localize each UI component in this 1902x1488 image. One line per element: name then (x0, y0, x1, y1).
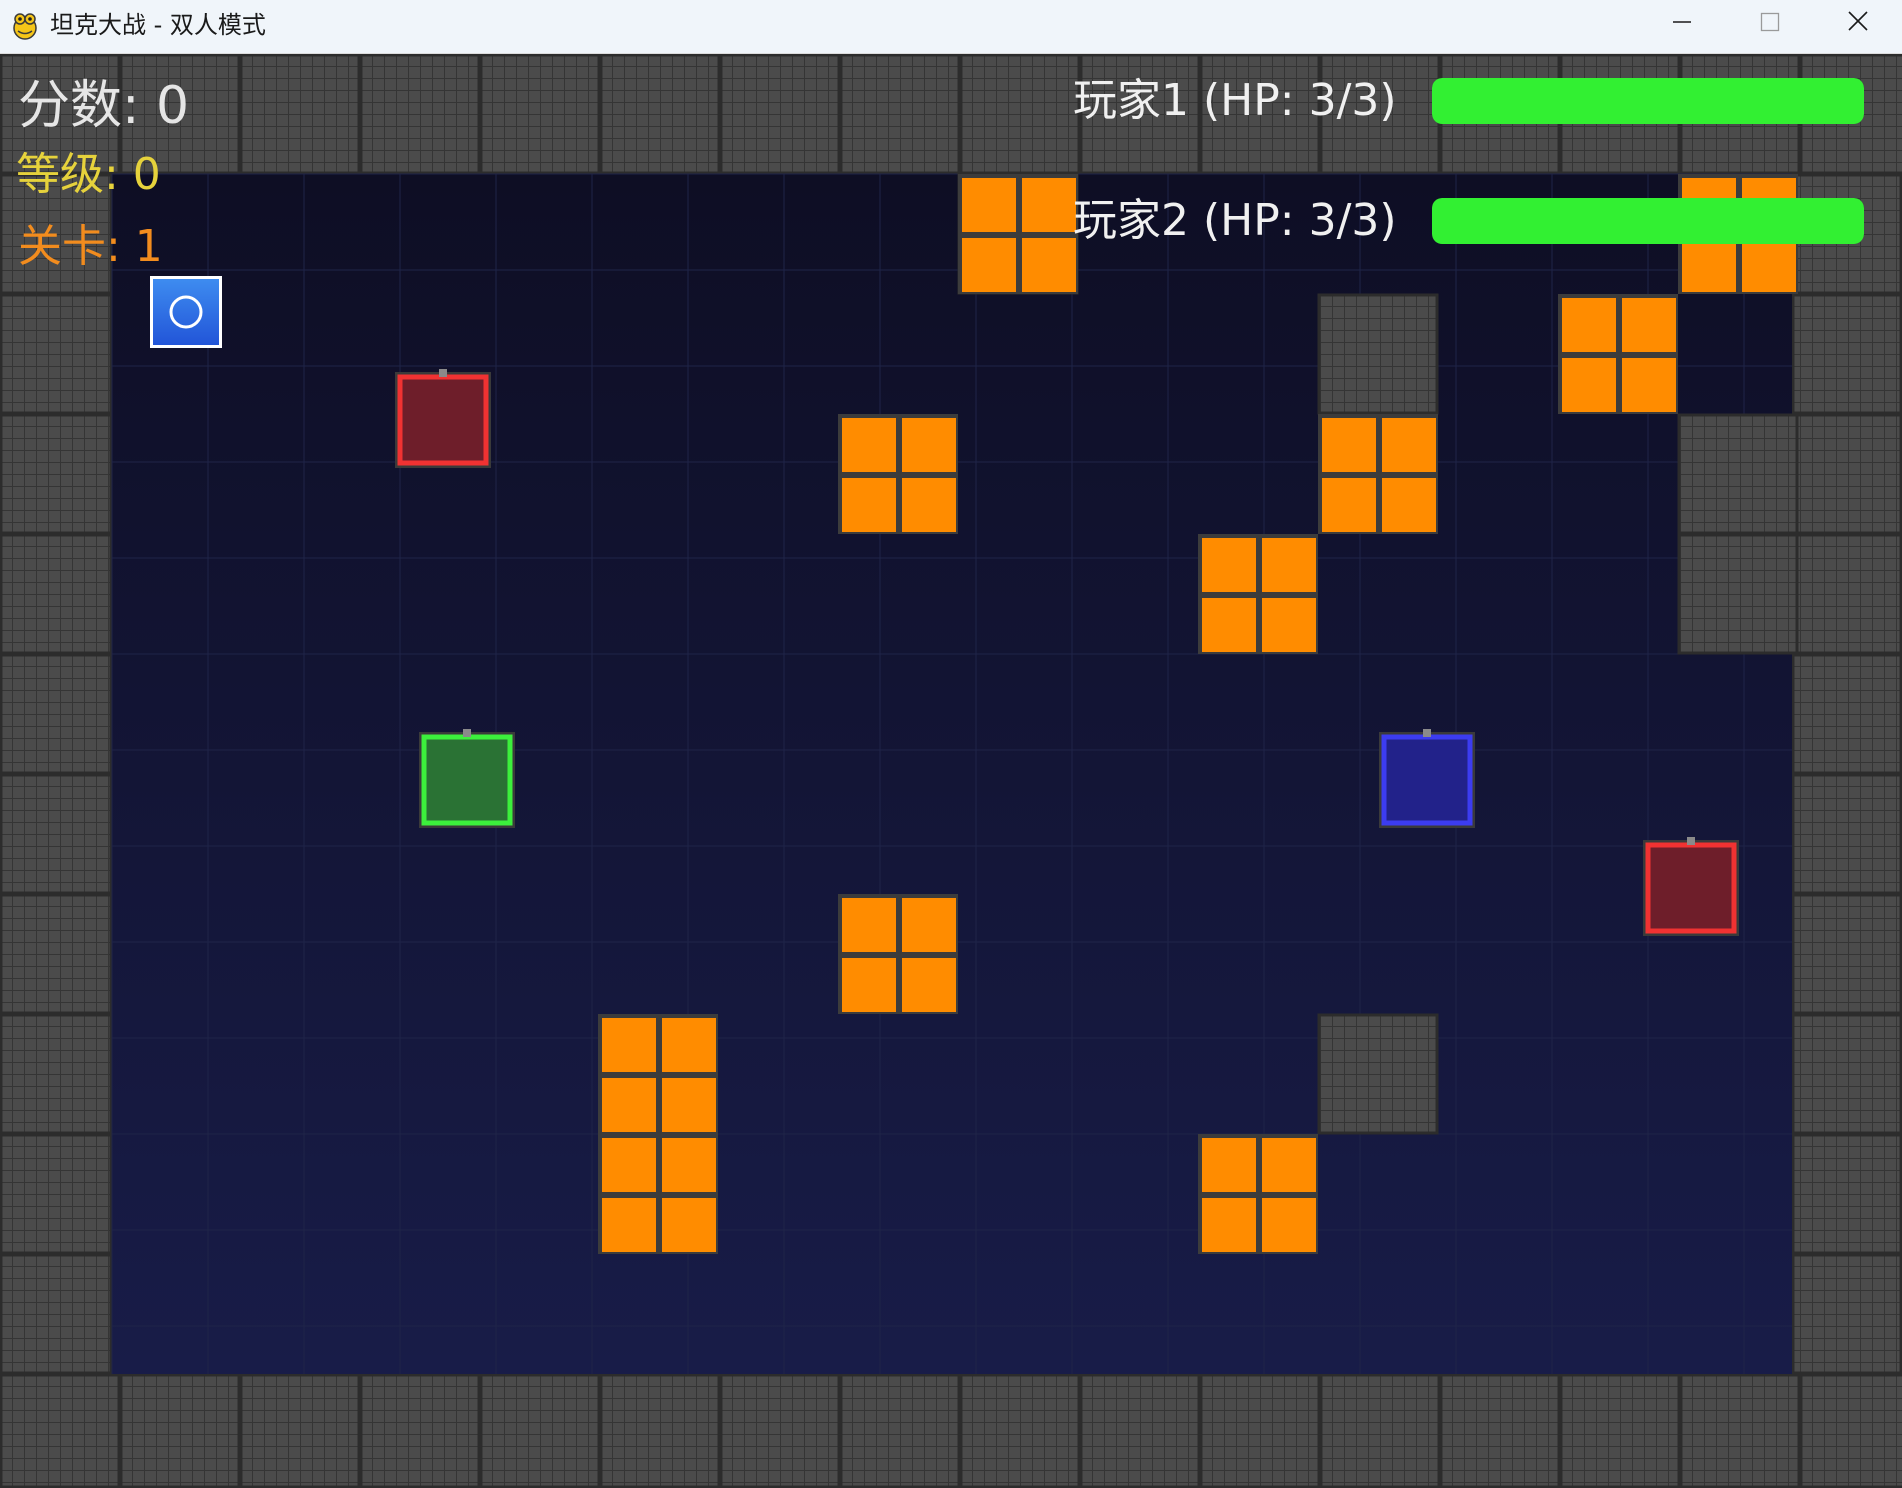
steel-tile (1439, 1373, 1561, 1488)
shield-powerup (150, 276, 222, 348)
steel-tile (959, 1373, 1081, 1488)
enemy-tank (395, 369, 491, 468)
tank-barrel (1687, 837, 1695, 845)
steel-tile (119, 1373, 241, 1488)
tank-barrel (439, 369, 447, 377)
steel-tile (239, 54, 361, 175)
title-bar: 坦克大战 - 双人模式 (0, 0, 1902, 54)
brick-wall-block (598, 1134, 718, 1254)
brick-wall-block (1558, 294, 1678, 414)
steel-tile (1791, 293, 1902, 415)
brick-wall-block (958, 174, 1078, 294)
steel-tile (0, 1373, 121, 1488)
game-canvas[interactable] (0, 54, 1902, 1488)
tank-barrel (1423, 729, 1431, 737)
player1-hp-fill (1432, 78, 1864, 124)
steel-tile (1679, 1373, 1801, 1488)
minimize-button[interactable] (1638, 0, 1726, 53)
steel-tile (1791, 653, 1902, 775)
player2-hp-bar (1432, 198, 1864, 244)
steel-tile (479, 54, 601, 175)
steel-tile (719, 54, 841, 175)
brick-wall-block (1198, 534, 1318, 654)
steel-tile (1559, 1373, 1681, 1488)
steel-wall-block (1677, 413, 1799, 535)
brick-wall-block (1318, 414, 1438, 534)
brick-wall-block (1198, 1134, 1318, 1254)
steel-tile (1199, 1373, 1321, 1488)
pygame-snake-icon (13, 13, 37, 40)
steel-tile (0, 1133, 113, 1255)
steel-tile (1799, 1373, 1902, 1488)
steel-tile (0, 1253, 113, 1375)
steel-tile (1791, 893, 1902, 1015)
steel-tile (1791, 1133, 1902, 1255)
steel-tile (479, 1373, 601, 1488)
close-button[interactable] (1814, 0, 1902, 53)
steel-wall-block (1317, 293, 1439, 415)
steel-tile (1791, 1013, 1902, 1135)
steel-tile (0, 533, 113, 655)
steel-tile (0, 293, 113, 415)
steel-tile (0, 893, 113, 1015)
tank-barrel (463, 729, 471, 737)
player1-hp-label: 玩家1 (HP: 3/3) (1073, 75, 1397, 126)
steel-tile (0, 1013, 113, 1135)
ring-icon (169, 295, 203, 329)
steel-wall-block (1677, 533, 1799, 655)
steel-tile (839, 54, 961, 175)
steel-tile (0, 653, 113, 775)
steel-tile (0, 773, 113, 895)
steel-tile (1791, 533, 1902, 655)
maximize-icon (1760, 12, 1780, 32)
brick-wall-block (598, 1014, 718, 1134)
steel-tile (359, 1373, 481, 1488)
minimize-icon (1673, 21, 1691, 23)
score-label: 分数: 0 (18, 76, 190, 136)
steel-tile (1791, 1253, 1902, 1375)
stage-label: 关卡: 1 (18, 221, 163, 272)
steel-tile (839, 1373, 961, 1488)
player2-hp-fill (1432, 198, 1864, 244)
steel-tile (1319, 1373, 1441, 1488)
brick-wall-block (838, 894, 958, 1014)
enemy-tank (1643, 837, 1739, 936)
player1-hp-bar (1432, 78, 1864, 124)
game-board (0, 54, 1902, 1488)
steel-tile (239, 1373, 361, 1488)
steel-tile (1791, 413, 1902, 535)
brick-wall-block (838, 414, 958, 534)
player2-tank (1379, 729, 1475, 828)
steel-tile (1791, 773, 1902, 895)
level-label: 等级: 0 (16, 149, 161, 200)
steel-tile (1079, 1373, 1201, 1488)
steel-tile (359, 54, 481, 175)
playfield-background (112, 174, 1792, 1374)
playfield (111, 173, 1792, 1374)
steel-tile (959, 54, 1081, 175)
close-icon (1848, 11, 1868, 31)
game-window: 坦克大战 - 双人模式 分数: 0 等级: 0 关卡: 1 玩家1 (HP: 3… (0, 0, 1902, 1488)
steel-tile (0, 413, 113, 535)
window-title: 坦克大战 - 双人模式 (50, 11, 266, 39)
player1-tank (419, 729, 515, 828)
steel-wall-block (1317, 1013, 1439, 1135)
steel-tile (719, 1373, 841, 1488)
steel-tile (599, 1373, 721, 1488)
player2-hp-label: 玩家2 (HP: 3/3) (1073, 195, 1397, 246)
steel-tile (599, 54, 721, 175)
maximize-button[interactable] (1726, 0, 1814, 53)
